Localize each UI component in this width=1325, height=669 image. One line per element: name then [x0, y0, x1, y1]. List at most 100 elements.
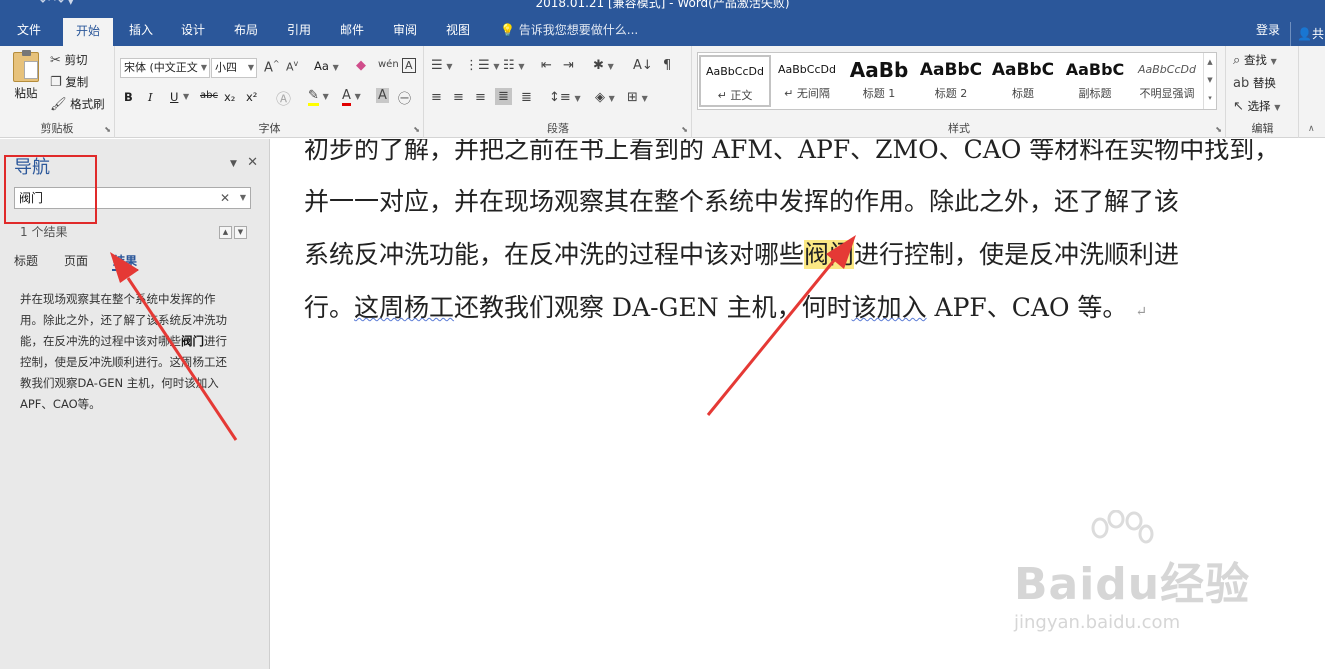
superscript-button[interactable]: x² [246, 90, 257, 104]
person-icon: 👤 [1297, 27, 1312, 41]
italic-button[interactable]: I [148, 90, 153, 104]
style-title[interactable]: AaBbC 标题 [987, 55, 1059, 107]
login-link[interactable]: 登录 [1256, 14, 1280, 46]
tab-file[interactable]: 文件 [8, 14, 50, 46]
paste-button[interactable]: 粘贴 [10, 50, 42, 101]
clear-search-icon[interactable]: ✕ [220, 188, 230, 208]
format-painter-button[interactable]: 🖌 格式刷 [50, 96, 105, 112]
decrease-indent-button[interactable]: ⇤ [541, 58, 552, 73]
multilevel-list-button[interactable]: ☷ ▼ [503, 58, 524, 73]
styles-scroll[interactable]: ▲ ▼ ▾ [1203, 53, 1216, 109]
tab-insert[interactable]: 插入 [120, 14, 162, 46]
underline-dropdown[interactable]: ▼ [183, 92, 189, 101]
bullets-button[interactable]: ☰ ▼ [431, 58, 452, 73]
cut-button[interactable]: ✂ 剪切 [50, 52, 88, 68]
tab-home[interactable]: 开始 [63, 18, 113, 46]
numbering-button[interactable]: ⋮☰ ▼ [465, 58, 499, 73]
dialog-launcher-icon[interactable]: ⬊ [104, 125, 111, 134]
nav-tab-pages[interactable]: 页面 [64, 252, 88, 269]
tab-mailings[interactable]: 邮件 [331, 14, 373, 46]
share-button[interactable]: 👤共 [1290, 22, 1325, 46]
tab-layout[interactable]: 布局 [225, 14, 267, 46]
clipboard-group-label: 剪贴板 [40, 122, 74, 135]
shrink-font-icon: Av [286, 59, 299, 74]
tab-references[interactable]: 引用 [278, 14, 320, 46]
next-result-button[interactable]: ▼ [234, 226, 247, 239]
style-subtitle[interactable]: AaBbC 副标题 [1059, 55, 1131, 107]
highlight-color-button[interactable]: ✎ ▼ [308, 88, 329, 106]
align-left-button[interactable]: ≡ [431, 90, 442, 105]
result-match: 阀门 [181, 334, 204, 348]
chevron-down-icon: ▼ [247, 63, 254, 72]
find-button[interactable]: ⌕ 查找 ▼ [1233, 52, 1277, 68]
change-case-button[interactable]: Aa ▼ [314, 59, 339, 73]
phonetic-guide-button[interactable]: wén [378, 56, 399, 70]
result-count: 1 个结果 [20, 225, 68, 239]
font-color-button[interactable]: A ▼ [342, 88, 361, 106]
text-effects-button[interactable]: Ⓐ [276, 88, 291, 109]
bold-button[interactable]: B [124, 90, 133, 104]
clipboard-group: 粘贴 ✂ 剪切 ❐ 复制 🖌 格式刷 剪贴板 ⬊ [0, 46, 115, 138]
replace-button[interactable]: ab 替换 [1233, 75, 1276, 91]
tab-design[interactable]: 设计 [172, 14, 214, 46]
dialog-launcher-icon[interactable]: ⬊ [413, 125, 420, 134]
collapse-ribbon-button[interactable]: ∧ [1308, 124, 1315, 134]
chinese-layout-button[interactable]: ✱ ▼ [593, 58, 614, 73]
shading-button[interactable]: ◈ ▼ [595, 90, 615, 105]
subscript-button[interactable]: x₂ [224, 90, 235, 104]
style-heading-1[interactable]: AaBb 标题 1 [843, 55, 915, 107]
increase-indent-button[interactable]: ⇥ [563, 58, 574, 73]
font-size-dropdown[interactable]: 小四 ▼ [211, 58, 257, 78]
previous-result-button[interactable]: ▲ [219, 226, 232, 239]
strikethrough-button[interactable]: abc [200, 90, 218, 101]
font-group-label: 字体 [258, 122, 281, 135]
tab-view[interactable]: 视图 [437, 14, 479, 46]
nav-tab-results[interactable]: 结果 [113, 252, 137, 269]
font-name-dropdown[interactable]: 宋体 (中文正文 ▼ [120, 58, 210, 78]
show-marks-button[interactable]: ¶ [663, 58, 671, 73]
watermark-brand: Baidu经验 [1014, 559, 1251, 610]
tab-review[interactable]: 审阅 [384, 14, 426, 46]
styles-group-label: 样式 [948, 122, 970, 135]
dialog-launcher-icon[interactable]: ⬊ [681, 125, 688, 134]
search-result-item[interactable]: 并在现场观察其在整个系统中发挥的作用。除此之外，还了解了该系统反冲洗功能，在反冲… [20, 289, 235, 415]
character-shading-icon: A [376, 88, 389, 103]
clear-formatting-button[interactable]: ◆ [356, 58, 366, 73]
underline-button[interactable]: U [170, 90, 178, 104]
copy-button[interactable]: ❐ 复制 [50, 74, 88, 90]
line-spacing-button[interactable]: ↕≡ ▼ [549, 90, 581, 105]
watermark: Baidu经验 jingyan.baidu.com [1014, 548, 1250, 633]
style-heading-2[interactable]: AaBbC 标题 2 [915, 55, 987, 107]
text-effects-icon: Ⓐ [276, 90, 292, 108]
navigation-pane: 导航 ▼ ✕ 阀门 ✕ ▼ 1 个结果 ▲ ▼ 标题 页面 结果 并在现场观察其在… [0, 139, 270, 669]
tell-me-box[interactable]: 💡 告诉我您想要做什么... [500, 14, 638, 46]
center-button[interactable]: ≡ [453, 90, 464, 105]
chevron-down-icon[interactable]: ▼ [240, 188, 246, 208]
justify-button[interactable]: ≣ [495, 88, 512, 105]
styles-gallery: AaBbCcDd ↵ 正文 AaBbCcDd ↵ 无间隔 AaBb 标题 1 A… [697, 52, 1217, 110]
character-shading-button[interactable]: A [376, 88, 389, 103]
font-color-icon: A [342, 88, 351, 106]
select-button[interactable]: ↖ 选择 ▼ [1233, 98, 1280, 114]
borders-button[interactable]: ⊞ ▼ [627, 90, 648, 105]
distributed-icon: ≣ [521, 90, 532, 105]
style-no-spacing[interactable]: AaBbCcDd ↵ 无间隔 [771, 55, 843, 107]
character-border-button[interactable]: A [402, 58, 416, 73]
nav-tab-headings[interactable]: 标题 [14, 252, 38, 269]
document-line: 初步的了解，并把之前在书上看到的 AFM、APF、ZMO、CAO 等材料在实物中… [304, 139, 1280, 164]
distributed-button[interactable]: ≣ [521, 90, 532, 105]
grow-font-button[interactable]: A^ [264, 59, 280, 75]
align-right-button[interactable]: ≡ [475, 90, 486, 105]
ribbon-home: 粘贴 ✂ 剪切 ❐ 复制 🖌 格式刷 剪贴板 ⬊ 宋体 (中文正文 ▼ 小四 ▼ A… [0, 46, 1325, 138]
nav-options-dropdown[interactable]: ▼ [230, 159, 237, 169]
style-subtle-emphasis[interactable]: AaBbCcDd 不明显强调 [1131, 55, 1203, 107]
sort-button[interactable]: A↓ [633, 58, 653, 73]
style-normal[interactable]: AaBbCcDd ↵ 正文 [699, 55, 771, 107]
close-icon[interactable]: ✕ [247, 155, 258, 170]
editing-group: ⌕ 查找 ▼ ab 替换 ↖ 选择 ▼ 编辑 [1227, 46, 1299, 138]
shrink-font-button[interactable]: Av [286, 59, 298, 74]
dialog-launcher-icon[interactable]: ⬊ [1215, 125, 1222, 134]
sort-icon: A↓ [633, 58, 653, 73]
enclose-characters-button[interactable]: ㊀ [398, 88, 411, 107]
font-group: 宋体 (中文正文 ▼ 小四 ▼ A^ Av Aa ▼ ◆ wén A B I U ▼… [116, 46, 424, 138]
